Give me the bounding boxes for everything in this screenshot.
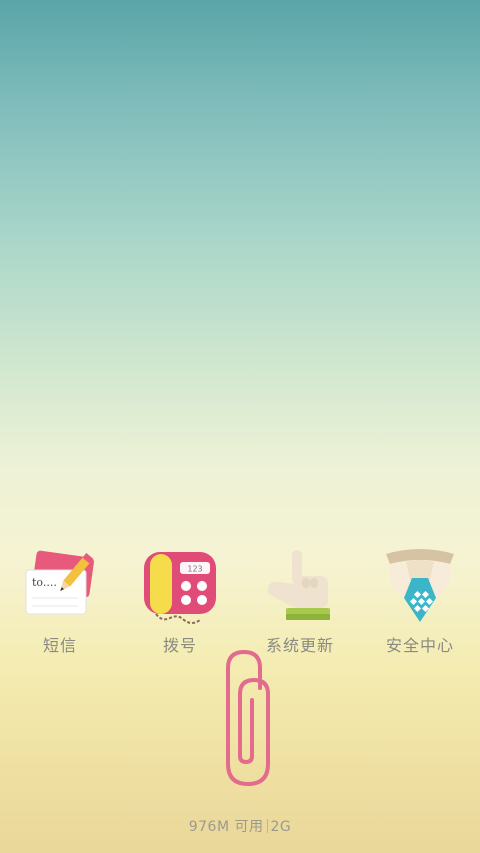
app-security-center[interactable]: 安全中心 (360, 548, 480, 658)
app-label: 短信 (42, 636, 77, 655)
system-update-icon (267, 550, 330, 620)
phone-dialer-icon: 123 (144, 552, 216, 624)
app-system-update[interactable]: 系统更新 (240, 548, 360, 658)
svg-text:to....: to.... (32, 576, 57, 589)
security-center-icon (386, 549, 454, 622)
app-sms[interactable]: to.... 短信 (0, 548, 120, 658)
paperclip-icon[interactable] (210, 648, 270, 790)
app-dock: to.... 短信 123 拨号 系统更新 安全中心 (0, 548, 480, 658)
sms-icon: to.... (25, 550, 94, 615)
memory-total: 2G (270, 819, 292, 835)
svg-text:123: 123 (187, 565, 202, 574)
app-dialer[interactable]: 123 拨号 (120, 548, 240, 658)
memory-available: 976M 可用 (188, 819, 264, 835)
app-label: 安全中心 (385, 636, 454, 655)
divider (266, 819, 268, 833)
memory-status: 976M 可用 2G (0, 816, 480, 836)
